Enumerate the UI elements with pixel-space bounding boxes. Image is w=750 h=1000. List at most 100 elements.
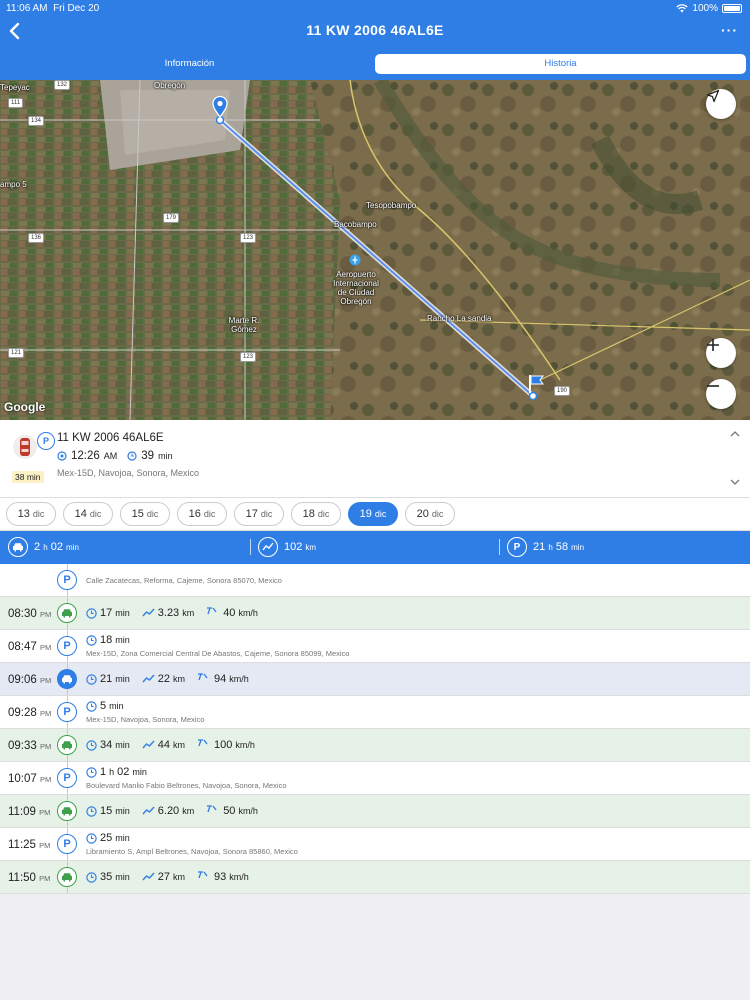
distance-icon [142,740,155,749]
distance-icon [142,608,155,617]
timeline-parking-row[interactable]: P Calle Zacatecas, Reforma, Cajeme, Sonor… [0,564,750,597]
drive-km: 3.23 [157,607,180,619]
drive-minutes: 35 [100,871,113,883]
row-time-value: 11:25 [8,839,36,851]
tab-historia[interactable]: Historia [375,54,746,74]
summary-drive-minutes: 02 [50,541,63,553]
timeline-parking-row[interactable]: 11:25 PM P 25 min Libramiento S, Ampl Belt… [0,828,750,861]
road-shield: 134 [28,116,45,126]
day-month: dic [146,509,159,519]
row-ampm: PM [39,841,51,850]
unit-min: min [571,543,585,552]
max-speed-icon [207,607,217,615]
parking-minutes: 5 [100,700,107,712]
tab-informacion[interactable]: Información [4,54,375,74]
parking-icon: P [57,834,77,854]
drive-km: 27 [157,871,171,883]
parking-address: Boulevard Manlio Fabio Beltrones, Navojo… [86,781,287,790]
day-pill-20[interactable]: 20 dic [405,502,455,526]
drive-distance: 44 km [142,739,185,751]
parking-icon: P [57,702,77,722]
unit-min: min [115,635,130,645]
parking-duration: 18 min [86,634,130,646]
drive-distance: 3.23 km [142,607,194,619]
timeline-drive-row[interactable]: 08:30 PM 17 min 3.23 km 40 km/h [0,597,750,630]
drive-stats: 17 min 3.23 km 40 km/h [86,607,270,619]
row-time-value: 09:33 [8,740,37,752]
parking-hours: 1 [100,766,107,778]
row-ampm: PM [39,808,51,817]
clock-icon [86,700,97,712]
row-ampm: PM [39,742,52,751]
summary-drive-hours: 2 [34,541,41,553]
zoom-in-button[interactable] [706,338,736,368]
drive-duration: 35 min [86,871,130,883]
clock-icon [127,451,137,461]
timeline-drive-row[interactable]: 11:50 PM 35 min 27 km 93 km/h [0,861,750,894]
unit-min: min [66,543,79,552]
unit-min: min [115,674,130,684]
drive-km: 22 [157,673,171,685]
timeline-parking-row[interactable]: 08:47 PM P 18 min Mex-15D, Zona Comercial … [0,630,750,663]
parking-duration: 5 min [86,700,124,712]
road-shield: 190 [554,386,571,396]
map-label-tesopobampo: Tesopobampo [366,201,417,210]
drive-duration: 21 min [86,673,130,685]
day-pill-18[interactable]: 18 dic [291,502,341,526]
day-month: dic [374,509,387,519]
day-pill-17[interactable]: 17 dic [234,502,284,526]
row-ampm: PM [39,874,51,883]
timeline-drive-row[interactable]: 09:33 PM 34 min 44 km 100 km/h [0,729,750,762]
row-time: 10:07 PM [8,773,51,785]
unit-min: min [115,872,130,882]
chevron-down-icon[interactable] [730,478,740,486]
day-pill-14[interactable]: 14 dic [63,502,113,526]
road-shield: 111 [8,98,24,108]
chevron-up-icon[interactable] [730,430,740,438]
unit-min: min [132,767,147,777]
day-month: dic [317,509,330,519]
map-view[interactable]: Obregón Tepeyac ampo 5 Tesopobampo Bacob… [0,80,750,420]
row-time: 09:28 PM [8,707,51,719]
row-time-value: 10:07 [8,773,37,785]
timeline-drive-row[interactable]: 11:09 PM 15 min 6.20 km 50 km/h [0,795,750,828]
parking-minutes: 18 [100,634,113,646]
airport-pin-icon [349,254,361,266]
day-pill-13[interactable]: 13 dic [6,502,56,526]
distance-icon [142,674,155,683]
drive-max: 40 [223,607,236,619]
map-label-campo5: ampo 5 [0,180,27,189]
row-time-value: 08:30 [8,608,37,620]
elapsed-unit: min [158,451,173,461]
day-pill-15[interactable]: 15 dic [120,502,170,526]
day-number: 18 [302,508,315,520]
unit-kmh: km/h [238,608,258,618]
day-number: 20 [416,508,429,520]
car-icon [57,867,77,887]
more-options-button[interactable]: ··· [721,22,738,38]
unit-kmh: km/h [229,872,249,882]
drive-max-speed: 93 km/h [197,871,249,883]
locate-button[interactable] [706,89,736,119]
clock-icon [86,739,97,751]
day-pill-19[interactable]: 19 dic [348,502,398,526]
elapsed: 39 [141,450,155,462]
summary-park-hours: 21 [533,541,546,553]
max-speed-icon [198,673,208,681]
day-pill-16[interactable]: 16 dic [177,502,227,526]
drive-minutes: 21 [100,673,113,685]
timeline-parking-row[interactable]: 10:07 PM P 1 h 02 min Boulevard Manlio Fab… [0,762,750,795]
timeline-parking-row[interactable]: 09:28 PM P 5 min Mex-15D, Navojoa, Sonora,… [0,696,750,729]
zoom-out-button[interactable] [706,379,736,409]
vehicle-icon [13,435,37,459]
day-month: dic [32,509,45,519]
row-time-value: 09:06 [8,674,37,686]
minus-icon [707,385,719,387]
car-icon [8,537,28,557]
max-speed-icon [198,871,208,879]
clock-icon [86,766,97,778]
row-ampm: PM [39,676,52,685]
map-label-rancho: Rancho La sandia [427,314,492,323]
history-timeline: P Calle Zacatecas, Reforma, Cajeme, Sonor… [0,564,750,894]
timeline-drive-row[interactable]: 09:06 PM 21 min 22 km 94 km/h [0,663,750,696]
